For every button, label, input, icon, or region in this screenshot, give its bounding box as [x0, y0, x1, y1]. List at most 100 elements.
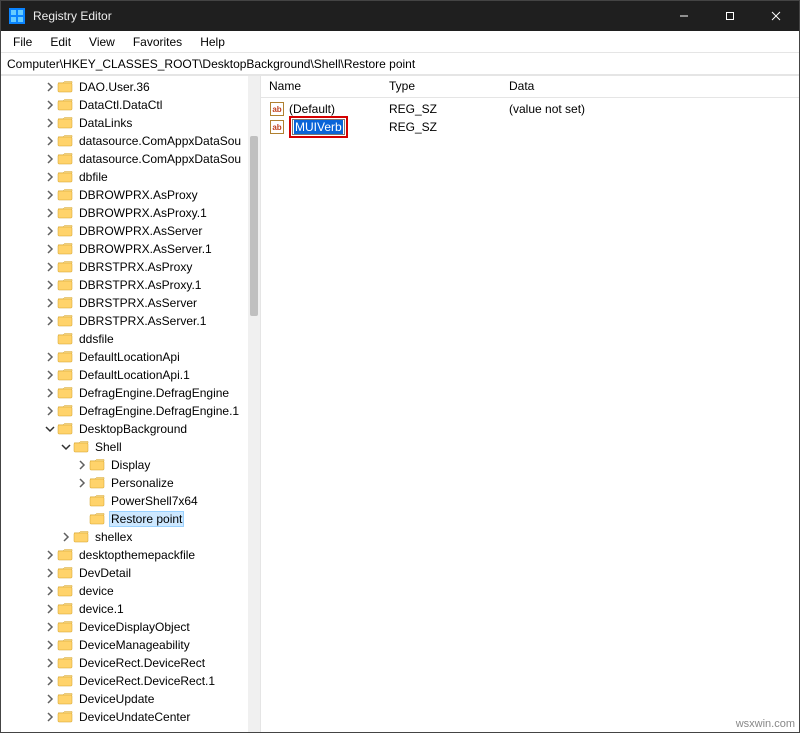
- expander-icon[interactable]: [43, 676, 57, 686]
- expander-icon[interactable]: [43, 622, 57, 632]
- expander-icon[interactable]: [43, 550, 57, 560]
- menu-favorites[interactable]: Favorites: [125, 33, 190, 51]
- close-button[interactable]: [753, 1, 799, 31]
- tree-item[interactable]: DBROWPRX.AsProxy: [1, 186, 252, 204]
- column-type[interactable]: Type: [381, 76, 501, 97]
- expander-icon[interactable]: [43, 244, 57, 254]
- tree-view[interactable]: DAO.User.36DataCtl.DataCtlDataLinksdatas…: [1, 76, 252, 732]
- tree-item-label: ddsfile: [77, 332, 116, 346]
- expander-icon[interactable]: [59, 442, 73, 452]
- tree-item[interactable]: PowerShell7x64: [1, 492, 252, 510]
- tree-item[interactable]: DBROWPRX.AsServer.1: [1, 240, 252, 258]
- tree-item[interactable]: device.1: [1, 600, 252, 618]
- tree-item[interactable]: DBROWPRX.AsServer: [1, 222, 252, 240]
- folder-icon: [57, 296, 73, 310]
- tree-scrollbar[interactable]: [248, 76, 260, 732]
- tree-item[interactable]: datasource.ComAppxDataSou: [1, 132, 252, 150]
- tree-item[interactable]: DataCtl.DataCtl: [1, 96, 252, 114]
- watermark: wsxwin.com: [736, 718, 795, 730]
- tree-item[interactable]: DeviceDisplayObject: [1, 618, 252, 636]
- tree-item[interactable]: DeviceUndateCenter: [1, 708, 252, 726]
- expander-icon[interactable]: [43, 226, 57, 236]
- tree-item[interactable]: DefaultLocationApi.1: [1, 366, 252, 384]
- values-list[interactable]: ab(Default)REG_SZ(value not set)abMUIVer…: [261, 98, 799, 136]
- expander-icon[interactable]: [43, 190, 57, 200]
- tree-item[interactable]: Display: [1, 456, 252, 474]
- expander-icon[interactable]: [43, 604, 57, 614]
- expander-icon[interactable]: [43, 640, 57, 650]
- menu-edit[interactable]: Edit: [42, 33, 79, 51]
- expander-icon[interactable]: [43, 712, 57, 722]
- expander-icon[interactable]: [43, 298, 57, 308]
- scrollbar-thumb[interactable]: [250, 136, 258, 316]
- tree-item[interactable]: DevDetail: [1, 564, 252, 582]
- tree-item[interactable]: DBRSTPRX.AsProxy.1: [1, 276, 252, 294]
- tree-item-label: DBROWPRX.AsServer.1: [77, 242, 214, 256]
- tree-item[interactable]: DeviceRect.DeviceRect: [1, 654, 252, 672]
- expander-icon[interactable]: [59, 532, 73, 542]
- tree-item-label: Display: [109, 458, 152, 472]
- tree-item[interactable]: dbfile: [1, 168, 252, 186]
- expander-icon[interactable]: [43, 136, 57, 146]
- expander-icon[interactable]: [43, 586, 57, 596]
- folder-icon: [57, 602, 73, 616]
- tree-item[interactable]: DataLinks: [1, 114, 252, 132]
- folder-icon: [57, 692, 73, 706]
- tree-item[interactable]: ddsfile: [1, 330, 252, 348]
- rename-input[interactable]: MUIVerb: [292, 119, 345, 135]
- menu-file[interactable]: File: [5, 33, 40, 51]
- expander-icon[interactable]: [43, 352, 57, 362]
- tree-item[interactable]: Shell: [1, 438, 252, 456]
- tree-item-label: device: [77, 584, 116, 598]
- menu-view[interactable]: View: [81, 33, 123, 51]
- tree-item[interactable]: Personalize: [1, 474, 252, 492]
- minimize-button[interactable]: [661, 1, 707, 31]
- maximize-button[interactable]: [707, 1, 753, 31]
- expander-icon[interactable]: [43, 172, 57, 182]
- title-bar[interactable]: Registry Editor: [1, 1, 799, 31]
- tree-item[interactable]: DAO.User.36: [1, 78, 252, 96]
- tree-item[interactable]: Restore point: [1, 510, 252, 528]
- tree-item[interactable]: shellex: [1, 528, 252, 546]
- expander-icon[interactable]: [75, 460, 89, 470]
- value-row[interactable]: abMUIVerbREG_SZ: [261, 118, 799, 136]
- string-value-icon: ab: [269, 119, 285, 135]
- tree-item[interactable]: DeviceRect.DeviceRect.1: [1, 672, 252, 690]
- tree-item-label: Restore point: [109, 511, 184, 527]
- tree-item[interactable]: DefaultLocationApi: [1, 348, 252, 366]
- tree-item[interactable]: DefragEngine.DefragEngine: [1, 384, 252, 402]
- expander-icon[interactable]: [43, 424, 57, 434]
- expander-icon[interactable]: [43, 262, 57, 272]
- column-name[interactable]: Name: [261, 76, 381, 97]
- expander-icon[interactable]: [43, 658, 57, 668]
- tree-item[interactable]: DBRSTPRX.AsProxy: [1, 258, 252, 276]
- tree-item[interactable]: DefragEngine.DefragEngine.1: [1, 402, 252, 420]
- expander-icon[interactable]: [43, 694, 57, 704]
- address-bar[interactable]: Computer\HKEY_CLASSES_ROOT\DesktopBackgr…: [1, 53, 799, 75]
- tree-item[interactable]: DBRSTPRX.AsServer.1: [1, 312, 252, 330]
- tree-item[interactable]: desktopthemepackfile: [1, 546, 252, 564]
- expander-icon[interactable]: [43, 208, 57, 218]
- expander-icon[interactable]: [43, 316, 57, 326]
- menu-help[interactable]: Help: [192, 33, 233, 51]
- tree-item[interactable]: DeviceUpdate: [1, 690, 252, 708]
- tree-item[interactable]: DBROWPRX.AsProxy.1: [1, 204, 252, 222]
- expander-icon[interactable]: [43, 118, 57, 128]
- tree-item[interactable]: datasource.ComAppxDataSou: [1, 150, 252, 168]
- expander-icon[interactable]: [43, 406, 57, 416]
- expander-icon[interactable]: [43, 370, 57, 380]
- tree-item[interactable]: DeviceManageability: [1, 636, 252, 654]
- tree-item-label: DefaultLocationApi.1: [77, 368, 192, 382]
- expander-icon[interactable]: [43, 568, 57, 578]
- expander-icon[interactable]: [43, 154, 57, 164]
- tree-item[interactable]: DBRSTPRX.AsServer: [1, 294, 252, 312]
- tree-item[interactable]: device: [1, 582, 252, 600]
- tree-item[interactable]: DesktopBackground: [1, 420, 252, 438]
- expander-icon[interactable]: [75, 478, 89, 488]
- expander-icon[interactable]: [43, 388, 57, 398]
- column-data[interactable]: Data: [501, 76, 799, 97]
- expander-icon[interactable]: [43, 100, 57, 110]
- folder-icon: [57, 98, 73, 112]
- expander-icon[interactable]: [43, 280, 57, 290]
- expander-icon[interactable]: [43, 82, 57, 92]
